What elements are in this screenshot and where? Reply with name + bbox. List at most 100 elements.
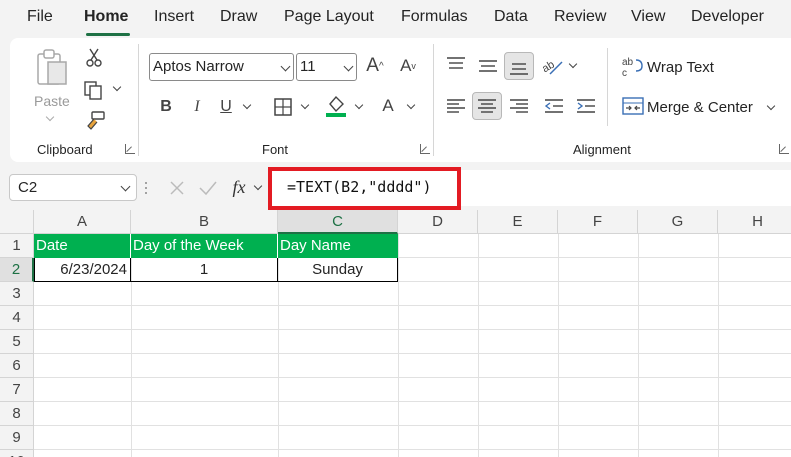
column-header-b[interactable]: B <box>131 210 278 234</box>
font-name-select[interactable]: Aptos Narrow <box>149 53 294 81</box>
row-header-7[interactable]: 7 <box>0 378 34 402</box>
font-launcher-icon[interactable] <box>420 144 430 154</box>
column-header-e[interactable]: E <box>478 210 558 234</box>
gridline <box>34 377 791 378</box>
enter-icon[interactable] <box>197 178 219 198</box>
paste-chevron-icon[interactable] <box>45 112 55 122</box>
row-header-3[interactable]: 3 <box>0 282 34 306</box>
select-all-corner[interactable] <box>0 210 34 234</box>
chevron-down-icon <box>343 61 354 72</box>
highlight-box <box>268 167 461 210</box>
cell-c1[interactable]: Day Name <box>278 234 398 258</box>
fill-color-icon[interactable] <box>325 94 347 118</box>
tab-draw[interactable]: Draw <box>220 8 257 26</box>
gridline <box>34 305 791 306</box>
gridline <box>34 449 791 450</box>
menu-bar: File Home Insert Draw Page Layout Formul… <box>0 0 791 38</box>
column-header-h[interactable]: H <box>718 210 791 234</box>
font-name-value: Aptos Narrow <box>153 58 244 75</box>
bold-icon[interactable]: B <box>156 96 176 118</box>
font-size-select[interactable]: 11 <box>296 53 357 81</box>
gridline <box>34 401 791 402</box>
row-header-9[interactable]: 9 <box>0 426 34 450</box>
formula-bar-chevron-icon[interactable] <box>253 181 263 191</box>
gridline <box>638 234 639 457</box>
tab-insert[interactable]: Insert <box>154 8 194 26</box>
tab-developer[interactable]: Developer <box>691 8 764 26</box>
column-header-g[interactable]: G <box>638 210 718 234</box>
gridline <box>478 234 479 457</box>
font-color-chevron-icon[interactable] <box>406 100 416 110</box>
align-right-icon[interactable] <box>509 98 529 114</box>
cell-b2[interactable]: 1 <box>131 258 278 282</box>
paste-label[interactable]: Paste <box>34 93 70 109</box>
decrease-font-size-icon[interactable]: Av <box>396 54 420 78</box>
merge-center-chevron-icon[interactable] <box>766 101 776 111</box>
tab-page-layout[interactable]: Page Layout <box>284 8 374 26</box>
format-painter-icon[interactable] <box>84 110 106 132</box>
row-header-10[interactable]: 10 <box>0 450 34 457</box>
svg-text:ab: ab <box>542 59 557 76</box>
copy-chevron-icon[interactable] <box>112 82 122 92</box>
name-box[interactable]: C2 <box>9 174 137 201</box>
separator <box>607 48 608 126</box>
column-header-f[interactable]: F <box>558 210 638 234</box>
cell-a1[interactable]: Date <box>34 234 131 258</box>
cell-c2[interactable]: Sunday <box>278 258 398 282</box>
tab-home[interactable]: Home <box>84 8 128 26</box>
cell-a2[interactable]: 6/23/2024 <box>34 258 131 282</box>
italic-icon[interactable]: I <box>187 96 207 118</box>
wrap-text-icon[interactable]: ab c <box>622 56 644 78</box>
underline-icon[interactable]: U <box>216 96 236 118</box>
merge-center-label[interactable]: Merge & Center <box>647 99 753 116</box>
align-left-icon[interactable] <box>446 98 466 114</box>
cut-icon[interactable] <box>84 48 104 68</box>
svg-text:c: c <box>622 68 627 78</box>
middle-align-icon[interactable] <box>478 58 498 74</box>
wrap-text-label[interactable]: Wrap Text <box>647 59 714 76</box>
decrease-indent-icon[interactable] <box>544 98 564 114</box>
separator <box>138 44 139 156</box>
gridline <box>34 425 791 426</box>
cell-b1[interactable]: Day of the Week <box>131 234 278 258</box>
increase-indent-icon[interactable] <box>576 98 596 114</box>
insert-function-icon[interactable]: fx <box>228 175 250 199</box>
grip-icon <box>143 178 149 198</box>
top-align-icon[interactable] <box>446 56 466 72</box>
row-header-5[interactable]: 5 <box>0 330 34 354</box>
clipboard-launcher-icon[interactable] <box>125 144 135 154</box>
borders-chevron-icon[interactable] <box>300 100 310 110</box>
tab-formulas[interactable]: Formulas <box>401 8 468 26</box>
row-header-2[interactable]: 2 <box>0 258 34 282</box>
alignment-launcher-icon[interactable] <box>779 144 789 154</box>
row-header-1[interactable]: 1 <box>0 234 34 258</box>
gridline <box>34 353 791 354</box>
tab-data[interactable]: Data <box>494 8 528 26</box>
tab-view[interactable]: View <box>631 8 665 26</box>
merge-center-icon[interactable] <box>622 96 644 116</box>
tab-review[interactable]: Review <box>554 8 606 26</box>
paste-icon[interactable] <box>34 48 70 88</box>
orientation-chevron-icon[interactable] <box>568 59 578 69</box>
underline-chevron-icon[interactable] <box>242 100 252 110</box>
chevron-down-icon <box>120 181 131 192</box>
copy-icon[interactable] <box>82 79 104 101</box>
tab-file[interactable]: File <box>27 8 53 26</box>
alignment-group-label: Alignment <box>573 142 631 157</box>
row-header-4[interactable]: 4 <box>0 306 34 330</box>
increase-font-size-icon[interactable]: A ^ <box>363 54 387 78</box>
gridline <box>34 329 791 330</box>
column-header-a[interactable]: A <box>34 210 131 234</box>
cancel-icon[interactable] <box>167 178 187 198</box>
row-header-6[interactable]: 6 <box>0 354 34 378</box>
column-header-d[interactable]: D <box>398 210 478 234</box>
orientation-icon[interactable]: ab <box>542 56 564 76</box>
gridline <box>718 234 719 457</box>
column-header-c[interactable]: C <box>278 210 398 234</box>
borders-icon[interactable] <box>272 96 294 118</box>
chevron-down-icon <box>280 61 291 72</box>
row-header-8[interactable]: 8 <box>0 402 34 426</box>
font-color-icon[interactable]: A <box>378 94 398 118</box>
fill-color-chevron-icon[interactable] <box>354 100 364 110</box>
worksheet-grid[interactable]: A B C D E F G H 1 2 3 4 5 6 7 8 9 10 Dat… <box>0 210 791 457</box>
